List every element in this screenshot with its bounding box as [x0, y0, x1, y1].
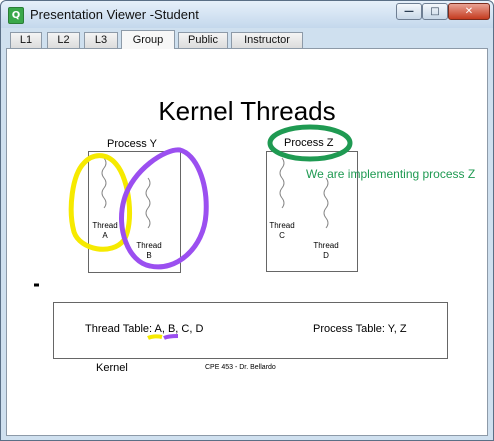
thread-b-squiggle: [145, 177, 151, 229]
ink-overlay: [34, 124, 353, 340]
thread-c-squiggle: [279, 157, 285, 209]
purple-highlight-circle: [119, 147, 209, 270]
purple-underline: [163, 334, 179, 340]
tab-group[interactable]: Group: [121, 30, 175, 49]
yellow-underline: [147, 334, 163, 340]
thread-d-squiggle: [323, 177, 329, 229]
green-highlight-ellipse: [267, 124, 353, 162]
thread-a-squiggle: [101, 157, 107, 209]
